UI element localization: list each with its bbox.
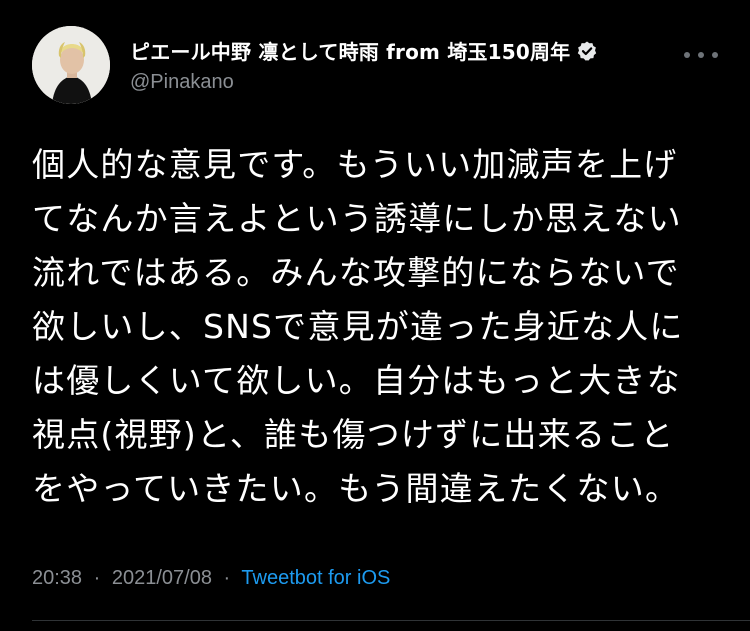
tweet-detail: ピエール中野 凛として時雨 from 埼玉150周年 @Pinakano 個人的…: [0, 0, 750, 631]
tweet-meta: 20:38 · 2021/07/08 · Tweetbot for iOS: [32, 567, 390, 590]
tweet-text-line: 欲しいし、SNSで意見が違った身近な人に: [32, 307, 684, 346]
tweet-text-line: は優しくいて欲しい。自分はもっと大きな: [32, 361, 681, 400]
tweet-text-line: てなんか言えよという誘導にしか思えない: [32, 199, 682, 238]
user-handle[interactable]: @Pinakano: [130, 71, 670, 94]
tweet-time[interactable]: 20:38: [32, 567, 82, 589]
more-dot: [684, 52, 690, 58]
more-dot: [698, 52, 704, 58]
verified-badge-icon: [576, 40, 598, 62]
tweet-text-line: 流れではある。みんな攻撃的にならないで: [32, 253, 680, 292]
divider: [32, 620, 750, 621]
more-horizontal-icon[interactable]: [684, 48, 718, 62]
tweet-date[interactable]: 2021/07/08: [112, 567, 212, 589]
tweet-text-line: 個人的な意見です。もういい加減声を上げ: [32, 145, 678, 184]
display-name[interactable]: ピエール中野 凛として時雨 from 埼玉150周年: [130, 36, 570, 65]
meta-separator: ·: [93, 567, 101, 589]
display-name-row: ピエール中野 凛として時雨 from 埼玉150周年: [130, 36, 670, 65]
avatar-image: [32, 26, 110, 104]
tweet-text-line: をやっていきたい。もう間違えたくない。: [32, 469, 680, 508]
tweet-text: 個人的な意見です。もういい加減声を上げ てなんか言えよという誘導にしか思えない …: [32, 138, 722, 516]
more-dot: [712, 52, 718, 58]
avatar[interactable]: [32, 26, 110, 104]
tweet-header: ピエール中野 凛として時雨 from 埼玉150周年 @Pinakano: [32, 26, 720, 106]
meta-separator: ·: [223, 567, 231, 589]
user-names: ピエール中野 凛として時雨 from 埼玉150周年 @Pinakano: [130, 36, 670, 94]
tweet-text-line: 視点(視野)と、誰も傷つけずに出来ること: [32, 415, 675, 454]
tweet-client-link[interactable]: Tweetbot for iOS: [241, 567, 390, 589]
